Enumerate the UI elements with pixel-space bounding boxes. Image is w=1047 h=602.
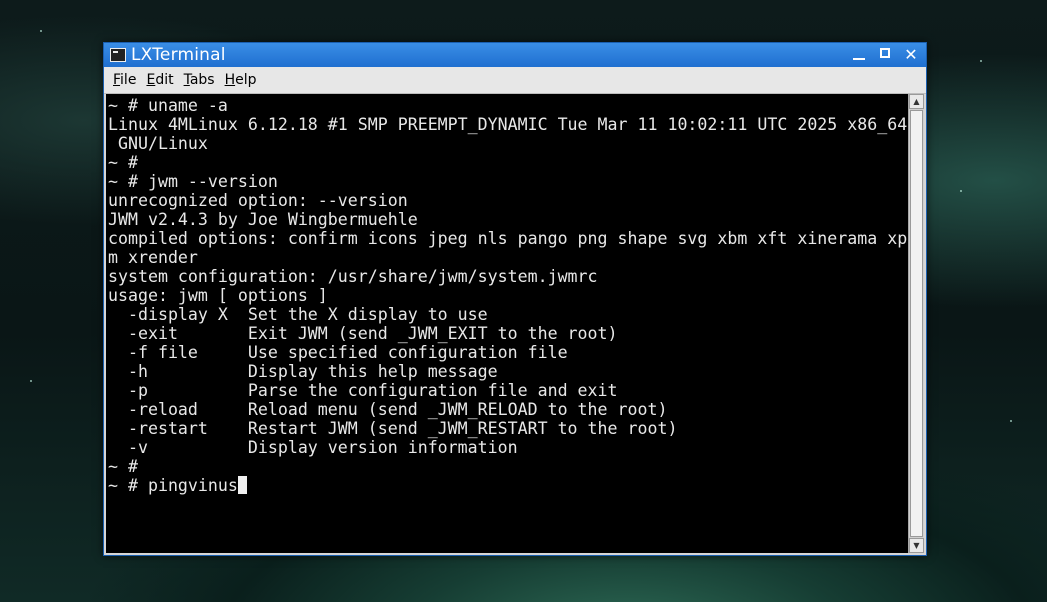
terminal-output-area[interactable]: ~ # uname -a Linux 4MLinux 6.12.18 #1 SM… xyxy=(106,94,908,553)
terminal-line: -f file Use specified configuration file xyxy=(108,343,568,362)
terminal-line: usage: jwm [ options ] xyxy=(108,286,328,305)
scrollbar-thumb[interactable] xyxy=(910,110,923,537)
window-controls: ✕ xyxy=(850,43,920,67)
minimize-icon[interactable] xyxy=(850,46,868,64)
star xyxy=(30,380,32,382)
menu-tabs[interactable]: Tabs xyxy=(179,72,220,88)
terminal-line: -exit Exit JWM (send _JWM_EXIT to the ro… xyxy=(108,324,618,343)
vertical-scrollbar[interactable]: ▲ ▼ xyxy=(908,94,924,553)
menu-file[interactable]: File xyxy=(108,72,141,88)
star xyxy=(960,190,962,192)
star xyxy=(1010,420,1012,422)
terminal-icon xyxy=(110,48,126,62)
star xyxy=(40,30,42,32)
terminal-line: -h Display this help message xyxy=(108,362,498,381)
title-bar[interactable]: LXTerminal ✕ xyxy=(104,43,926,67)
terminal-line: Linux 4MLinux 6.12.18 #1 SMP PREEMPT_DYN… xyxy=(108,115,908,134)
text-cursor xyxy=(237,476,247,494)
terminal-line: -reload Reload menu (send _JWM_RELOAD to… xyxy=(108,400,668,419)
terminal-line: ~ # jwm --version xyxy=(108,172,278,191)
terminal-line: ~ # xyxy=(108,457,138,476)
star xyxy=(980,60,982,62)
menu-tabs-label: abs xyxy=(189,72,215,88)
menu-edit-mnemonic: E xyxy=(146,72,156,88)
close-icon[interactable]: ✕ xyxy=(902,46,920,64)
window-title: LXTerminal xyxy=(131,45,226,65)
terminal-line: -v Display version information xyxy=(108,438,518,457)
terminal-line: unrecognized option: --version xyxy=(108,191,408,210)
terminal-line: GNU/Linux xyxy=(108,134,208,153)
terminal-line: ~ # uname -a xyxy=(108,96,228,115)
terminal-line: -restart Restart JWM (send _JWM_RESTART … xyxy=(108,419,678,438)
terminal-text: ~ # uname -a Linux 4MLinux 6.12.18 #1 SM… xyxy=(106,94,908,495)
terminal-current-input[interactable]: ~ # pingvinus xyxy=(108,476,238,495)
scroll-down-button[interactable]: ▼ xyxy=(909,538,924,553)
terminal-line: JWM v2.4.3 by Joe Wingbermuehle xyxy=(108,210,418,229)
menu-help-mnemonic: H xyxy=(224,72,236,88)
lxterminal-window: LXTerminal ✕ File Edit Tabs Help ~ # una… xyxy=(103,42,927,556)
menu-help-label: elp xyxy=(235,72,257,88)
menu-help[interactable]: Help xyxy=(220,72,262,88)
menu-file-mnemonic: F xyxy=(113,72,121,88)
scroll-up-button[interactable]: ▲ xyxy=(909,94,924,109)
terminal-line: system configuration: /usr/share/jwm/sys… xyxy=(108,267,598,286)
maximize-icon[interactable] xyxy=(876,46,894,64)
terminal-line: -display X Set the X display to use xyxy=(108,305,488,324)
terminal-line: ~ # xyxy=(108,153,138,172)
terminal-line: m xrender xyxy=(108,248,198,267)
menu-edit[interactable]: Edit xyxy=(141,72,178,88)
terminal-line: -p Parse the configuration file and exit xyxy=(108,381,618,400)
terminal-line: compiled options: confirm icons jpeg nls… xyxy=(108,229,908,248)
menu-bar: File Edit Tabs Help xyxy=(104,67,926,94)
menu-file-label: ile xyxy=(120,72,137,88)
menu-edit-label: dit xyxy=(155,72,174,88)
